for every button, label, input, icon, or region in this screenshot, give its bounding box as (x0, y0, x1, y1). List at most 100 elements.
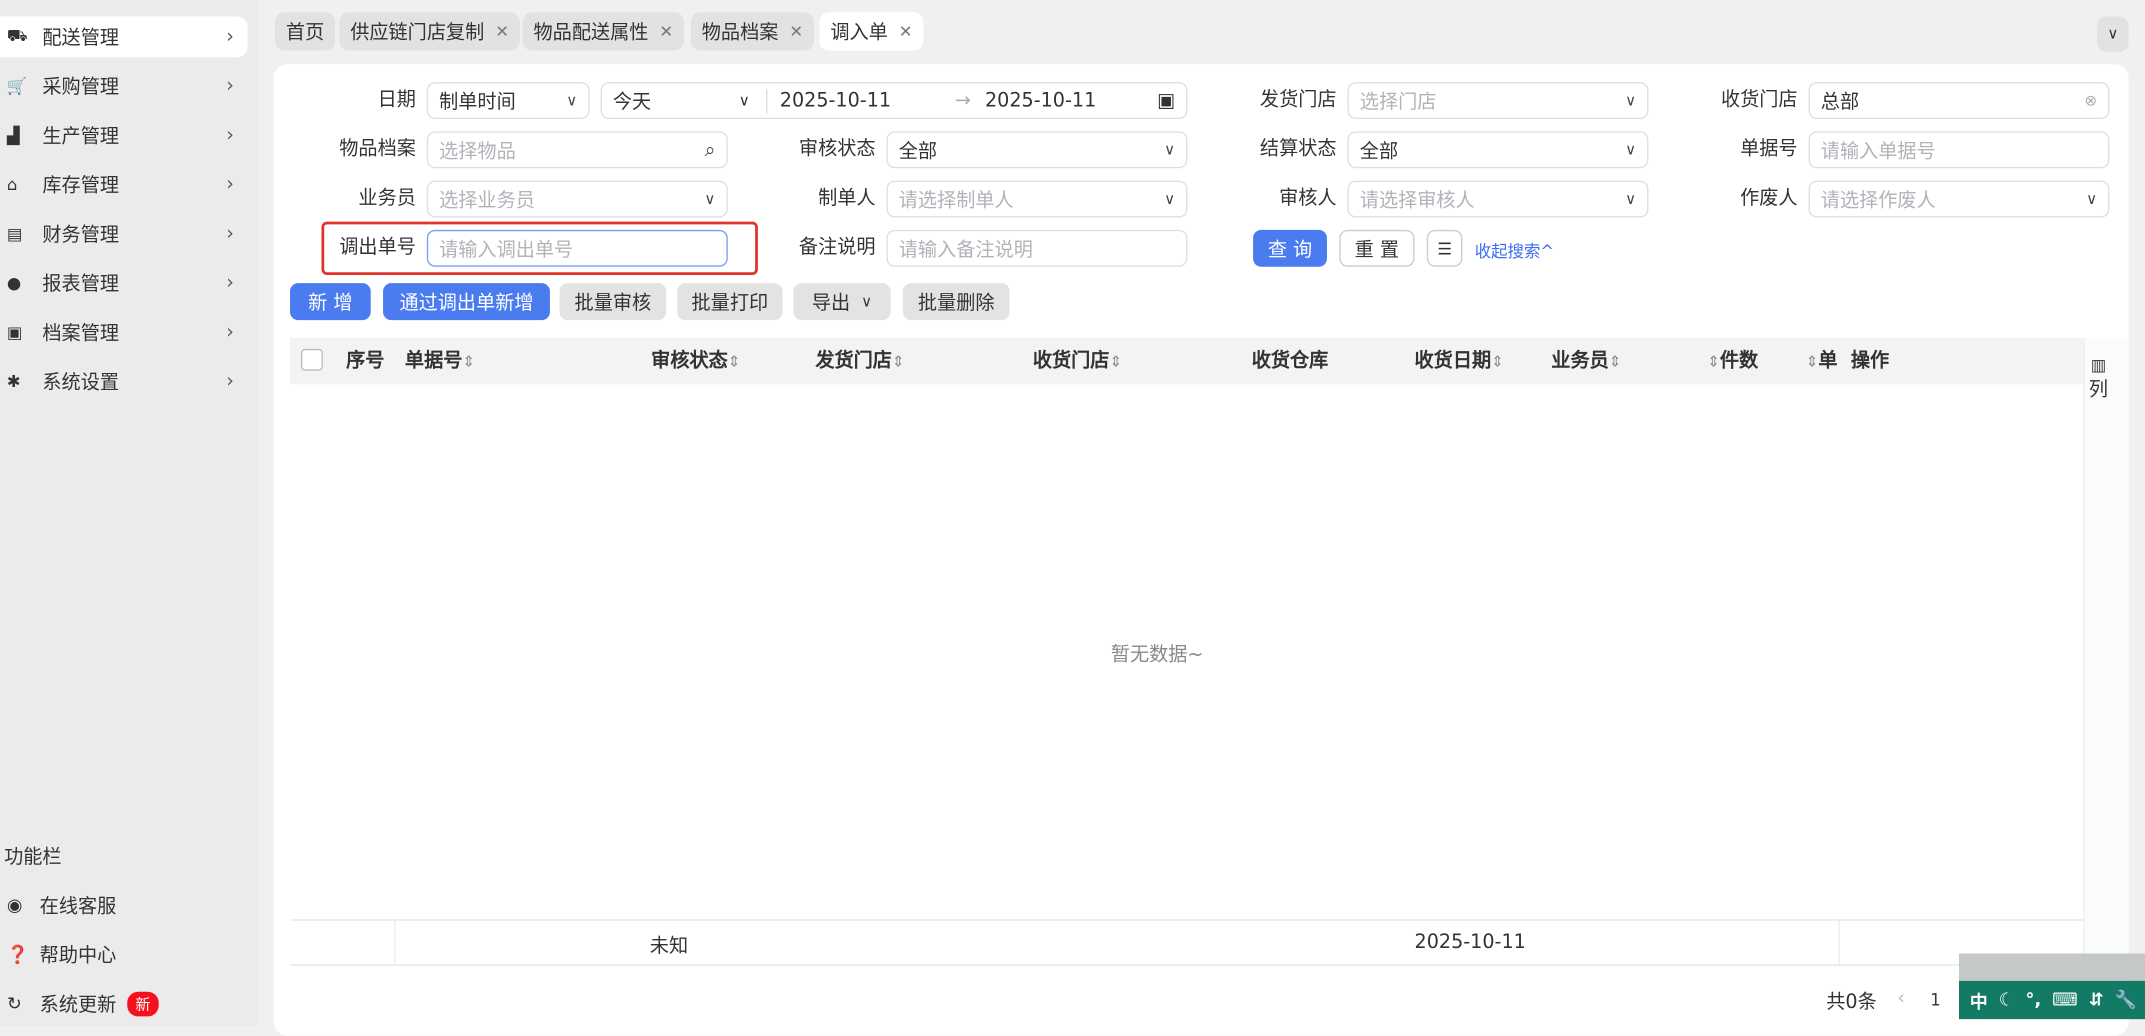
close-icon[interactable]: ✕ (495, 22, 509, 41)
collapse-search-link[interactable]: 收起搜索^ (1475, 239, 1554, 262)
search-icon: ⌕ (704, 138, 716, 161)
ship-store-label: 发货门店 (1259, 88, 1337, 111)
chevron-down-icon: ∨ (1625, 190, 1637, 208)
out-no-label: 调出单号 (339, 236, 416, 259)
col-index: 序号 (346, 350, 385, 373)
column-settings-strip (2083, 337, 2129, 968)
filter-settings-icon[interactable]: ☰ (1426, 229, 1463, 267)
sort-icon: ⇕ (1707, 352, 1720, 371)
factory-icon: ▟ (6, 125, 20, 146)
sort-icon: ⇕ (1491, 352, 1504, 371)
calendar-icon: ▣ (1157, 89, 1176, 112)
sidebar-item-purchase[interactable]: 🛒 采购管理 › (0, 66, 248, 107)
reset-button[interactable]: 重 置 (1339, 229, 1415, 267)
date-start[interactable]: 2025-10-11 (780, 90, 891, 112)
cart-icon: 🛒 (6, 76, 28, 96)
close-icon[interactable]: ✕ (899, 22, 913, 41)
sidebar-item-production[interactable]: ▟ 生产管理 › (0, 115, 248, 156)
col-unit[interactable]: ⇕单 (1806, 338, 1838, 385)
col-doc-no[interactable]: 单据号⇕ (405, 338, 475, 385)
tab-home[interactable]: 首页 (274, 12, 336, 51)
settle-status-select[interactable]: 全部 ∨ (1347, 131, 1649, 169)
col-audit-status[interactable]: 审核状态⇕ (651, 338, 740, 385)
help-icon: ❓ (6, 944, 29, 966)
salesman-select[interactable]: 选择业务员 ∨ (426, 180, 728, 218)
tab-transfer-in[interactable]: 调入单 ✕ (819, 12, 924, 51)
recv-store-select[interactable]: 总部 ⊗ (1808, 82, 2110, 120)
online-support[interactable]: ◉ 在线客服 (7, 892, 116, 919)
help-center[interactable]: ❓ 帮助中心 (7, 941, 116, 968)
salesman-label: 业务员 (358, 187, 416, 210)
close-icon[interactable]: ✕ (789, 22, 803, 41)
punctuation-icon: °, (2025, 989, 2042, 1011)
col-salesman[interactable]: 业务员⇕ (1551, 338, 1621, 385)
add-from-out-button[interactable]: 通过调出单新增 (383, 283, 550, 321)
date-type-select[interactable]: 制单时间 ∨ (426, 82, 590, 120)
chevron-right-icon: › (226, 222, 234, 245)
empty-state: 暂无数据~ (1110, 644, 1204, 667)
chevron-right-icon: › (226, 370, 234, 393)
chevron-right-icon: › (226, 173, 234, 196)
remark-input[interactable]: 请输入备注说明 (886, 229, 1188, 267)
sidebar-item-delivery[interactable]: ⛟ 配送管理 › (0, 16, 248, 58)
clear-icon[interactable]: ⊗ (2085, 92, 2098, 110)
system-update[interactable]: ↻ 系统更新新 (7, 990, 159, 1017)
out-no-input[interactable]: 请输入调出单号 (426, 229, 728, 267)
truck-icon: ⛟ (6, 25, 28, 46)
query-button[interactable]: 查 询 (1253, 229, 1327, 267)
auditor-label: 审核人 (1279, 187, 1337, 210)
finance-icon: ▤ (6, 224, 23, 244)
page-number[interactable]: 1 (1930, 990, 1940, 1009)
sidebar-item-archive[interactable]: ▣ 档案管理 › (0, 312, 248, 353)
export-button[interactable]: 导出 ∨ (793, 283, 891, 321)
tab-store-copy[interactable]: 供应链门店复制 ✕ (339, 12, 520, 51)
sidebar-item-inventory[interactable]: ⌂ 库存管理 › (0, 164, 248, 205)
select-all-checkbox[interactable] (300, 348, 323, 371)
settle-status-label: 结算状态 (1259, 138, 1337, 161)
col-ship-store[interactable]: 发货门店⇕ (815, 338, 904, 385)
batch-delete-button[interactable]: 批量删除 (902, 283, 1010, 321)
voider-select[interactable]: 请选择作废人 ∨ (1808, 180, 2110, 218)
chevron-down-icon: ∨ (704, 190, 716, 208)
tab-item-archive[interactable]: 物品档案 ✕ (690, 12, 815, 51)
item-search-input[interactable]: 选择物品 ⌕ (426, 131, 728, 169)
creator-select[interactable]: 请选择制单人 ∨ (886, 180, 1188, 218)
doc-no-input[interactable]: 请输入单据号 (1808, 131, 2110, 169)
auditor-select[interactable]: 请选择审核人 ∨ (1347, 180, 1649, 218)
batch-audit-button[interactable]: 批量审核 (559, 283, 667, 321)
col-recv-warehouse: 收货仓库 (1251, 350, 1329, 373)
close-icon[interactable]: ✕ (659, 22, 673, 41)
recv-store-label: 收货门店 (1720, 88, 1798, 111)
chevron-down-icon: ∨ (2086, 190, 2098, 208)
item-label: 物品档案 (339, 138, 416, 161)
chevron-down-icon: ∨ (1625, 140, 1637, 159)
creator-label: 制单人 (818, 187, 876, 210)
col-recv-store[interactable]: 收货门店⇕ (1033, 338, 1122, 385)
chevron-down-icon: ∨ (1164, 190, 1176, 208)
summary-audit: 未知 (649, 935, 689, 958)
chevron-down-icon: ∨ (566, 91, 578, 110)
sidebar-item-reports[interactable]: ● 报表管理 › (0, 263, 248, 304)
sidebar-item-finance[interactable]: ▤ 财务管理 › (0, 213, 248, 254)
tab-delivery-attr[interactable]: 物品配送属性 ✕ (522, 12, 685, 51)
prev-page-icon[interactable]: ‹ (1897, 988, 1905, 1010)
ship-store-select[interactable]: 选择门店 ∨ (1347, 82, 1649, 120)
headset-icon: ◉ (6, 895, 23, 916)
tabs-dropdown-button[interactable]: ∨ (2097, 16, 2129, 52)
audit-status-select[interactable]: 全部 ∨ (886, 131, 1188, 169)
col-quantity[interactable]: ⇕件数 (1707, 338, 1758, 385)
chevron-right-icon: › (226, 75, 234, 98)
chevron-down-icon: ∨ (738, 91, 750, 110)
date-end[interactable]: 2025-10-11 (985, 90, 1096, 112)
chevron-down-icon: ∨ (1625, 91, 1637, 110)
column-settings-button[interactable]: ▥ 列 (2083, 356, 2113, 403)
add-button[interactable]: 新 增 (290, 283, 371, 321)
globe-icon: ● (6, 273, 22, 293)
ime-toolbar[interactable]: 中 ☾ °, ⌨ ⇵ 🔧 (1958, 980, 2145, 1020)
batch-print-button[interactable]: 批量打印 (677, 283, 783, 321)
sidebar-item-settings[interactable]: ✱ 系统设置 › (0, 361, 248, 402)
doc-no-label: 单据号 (1740, 138, 1798, 161)
col-recv-date[interactable]: 收货日期⇕ (1415, 338, 1504, 385)
date-range-picker[interactable]: 今天 ∨ 2025-10-11 → 2025-10-11 ▣ (600, 82, 1188, 120)
sort-icon: ⇕ (727, 352, 741, 371)
